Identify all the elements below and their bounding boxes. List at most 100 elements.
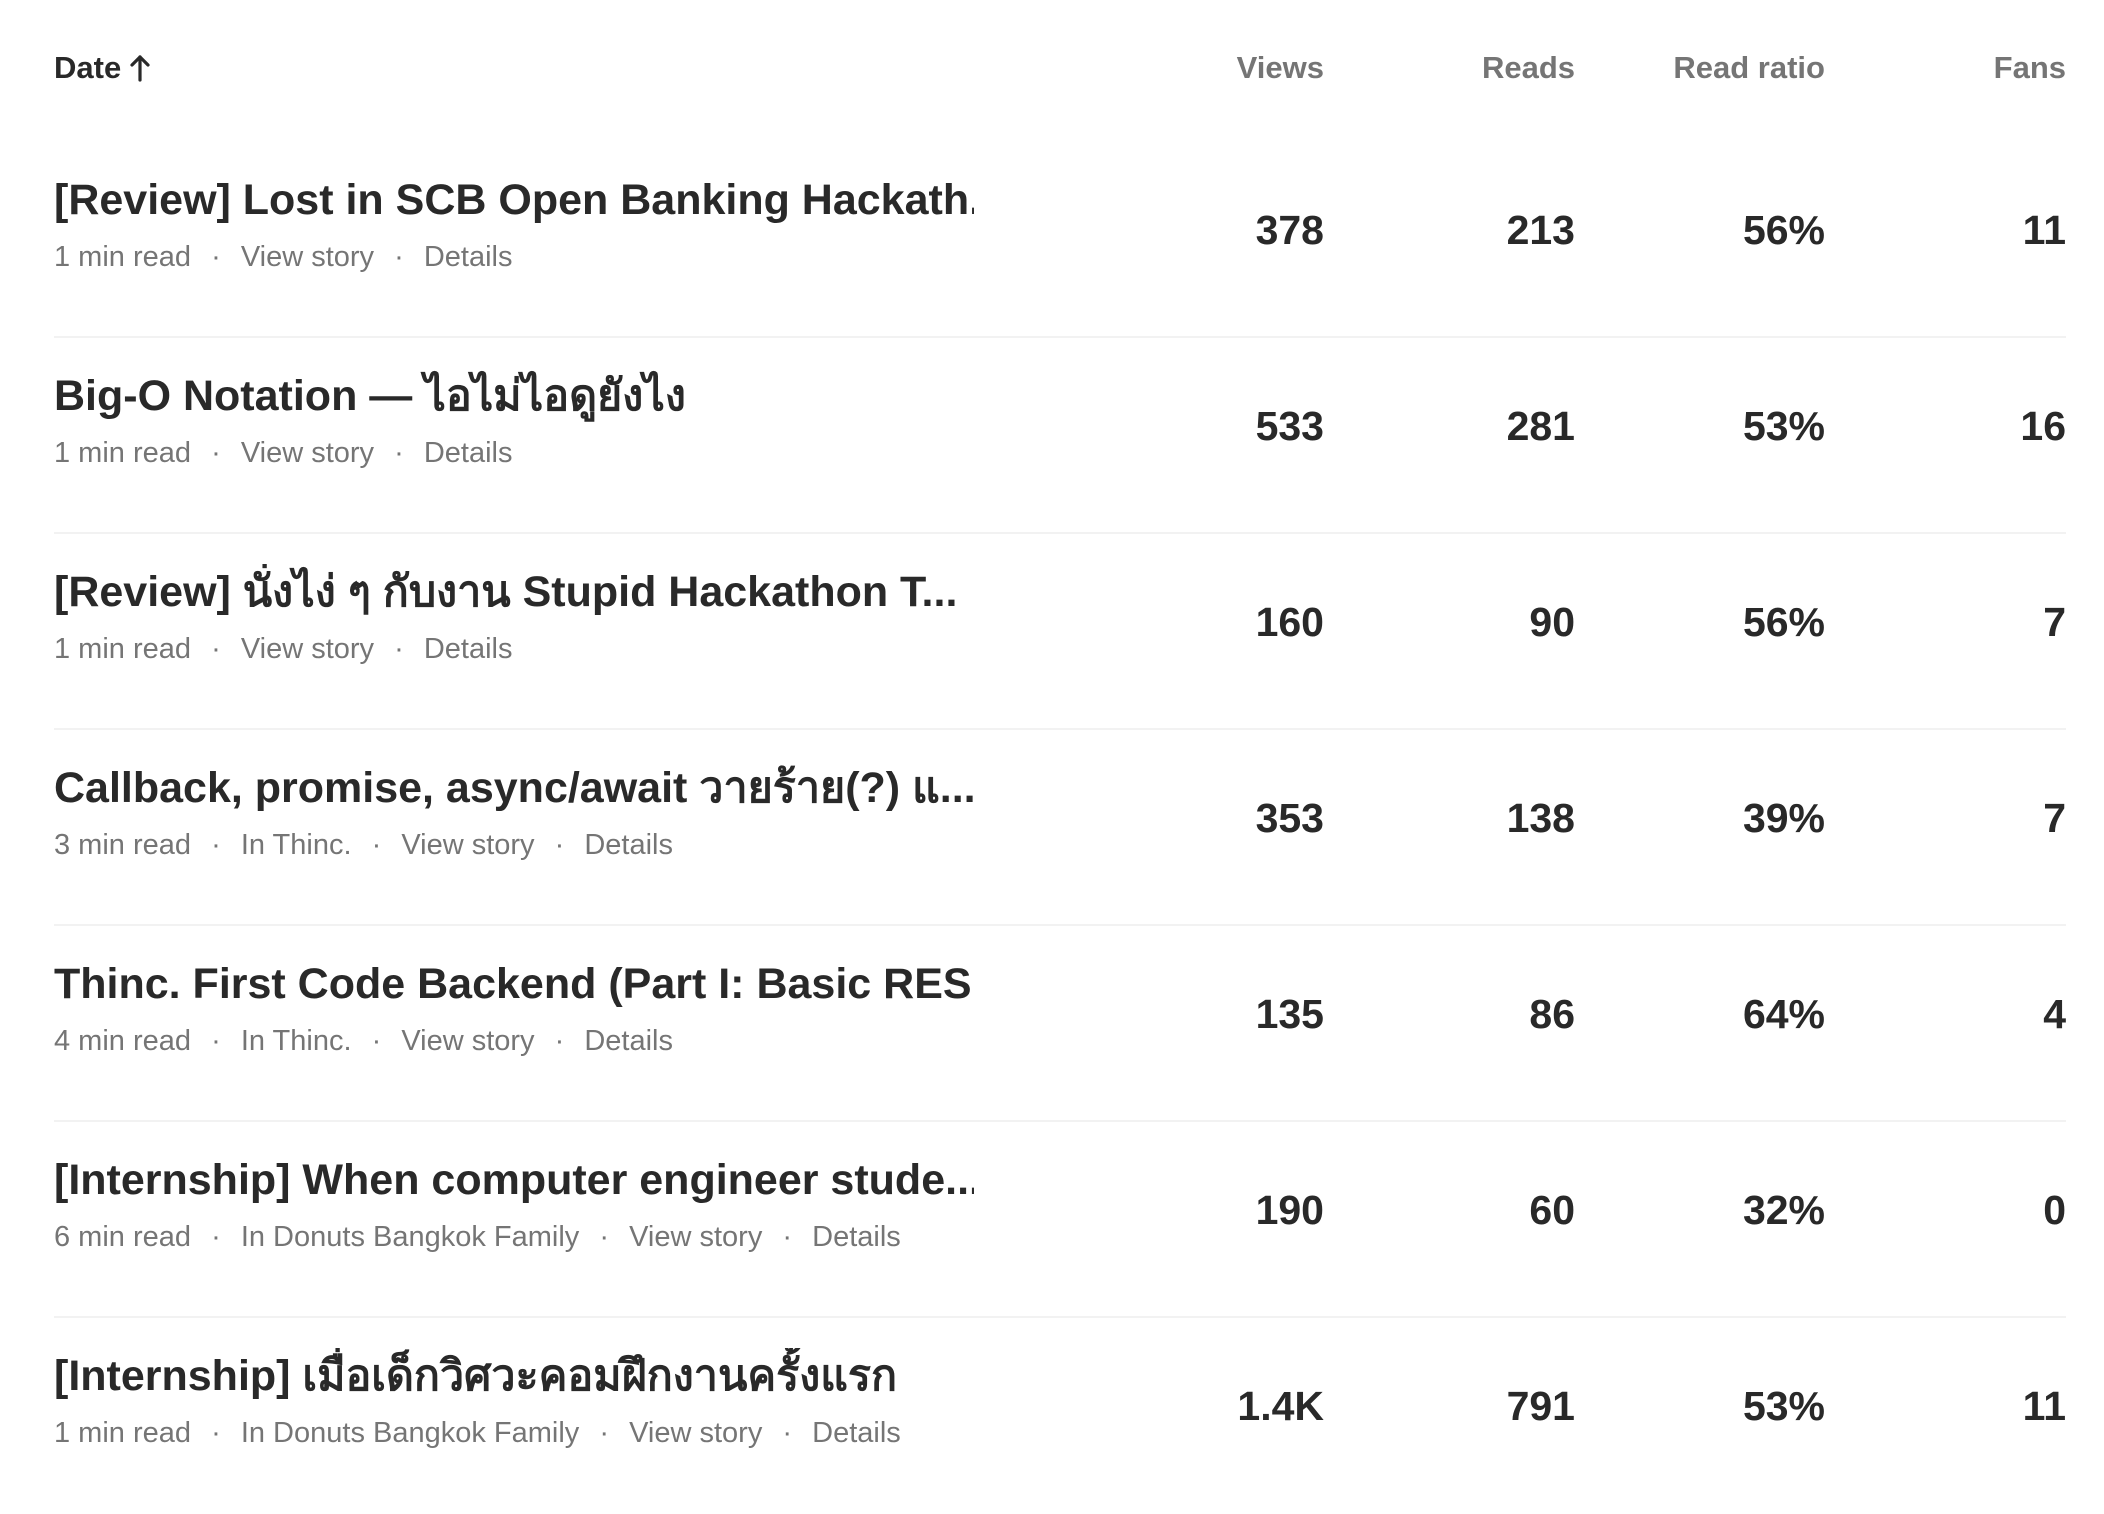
separator-dot: ·: [211, 437, 221, 469]
views-value: 135: [1255, 991, 1324, 1037]
read-time: 1 min read: [54, 1417, 192, 1449]
publication-wrap: · In Thinc.: [199, 1025, 360, 1057]
fans-value: 7: [2043, 599, 2066, 645]
table-row: Big-O Notation — ไอไม่ไอดูยังไง 1 min re…: [54, 338, 2066, 534]
details-link[interactable]: Details: [584, 1025, 673, 1057]
fans-value: 16: [2020, 403, 2066, 449]
read-ratio-value: 64%: [1742, 991, 1825, 1037]
reads-value: 213: [1506, 207, 1575, 253]
details-link[interactable]: Details: [424, 633, 513, 665]
table-body: [Review] Lost in SCB Open Banking Hackat…: [54, 142, 2066, 1514]
details-link[interactable]: Details: [812, 1417, 901, 1449]
reads-value: 90: [1529, 599, 1575, 645]
reads-value: 138: [1506, 795, 1575, 841]
story-meta: 3 min read · In Thinc. · View story · De…: [54, 827, 673, 863]
read-ratio-value: 39%: [1742, 795, 1825, 841]
separator-dot: ·: [371, 829, 382, 861]
fans-value: 7: [2043, 795, 2066, 841]
separator-dot: ·: [394, 633, 404, 665]
read-time: 1 min read: [54, 633, 192, 665]
story-meta: 1 min read · View story · Details: [54, 435, 513, 471]
view-story-link[interactable]: View story: [629, 1417, 762, 1449]
story-meta: 4 min read · In Thinc. · View story · De…: [54, 1023, 673, 1059]
reads-value: 791: [1506, 1383, 1575, 1429]
view-story-link[interactable]: View story: [241, 437, 374, 469]
details-link[interactable]: Details: [424, 241, 513, 273]
views-header[interactable]: Views: [1237, 50, 1324, 86]
separator-dot: ·: [782, 1221, 793, 1253]
read-ratio-header[interactable]: Read ratio: [1673, 50, 1825, 86]
date-header-label: Date: [54, 50, 122, 85]
date-sort-header[interactable]: Date: [54, 50, 151, 86]
reads-value: 60: [1529, 1187, 1575, 1233]
story-title[interactable]: [Review] Lost in SCB Open Banking Hackat…: [54, 172, 974, 228]
story-title[interactable]: Callback, promise, async/await วายร้าย(?…: [54, 760, 974, 816]
separator-dot: ·: [211, 633, 221, 665]
fans-value: 11: [2022, 207, 2066, 253]
separator-dot: ·: [394, 437, 404, 469]
details-link[interactable]: Details: [424, 437, 513, 469]
read-ratio-value: 56%: [1742, 207, 1825, 253]
publication-wrap: · In Thinc.: [199, 829, 360, 861]
view-story-link[interactable]: View story: [401, 829, 534, 861]
reads-header[interactable]: Reads: [1482, 50, 1575, 86]
table-row: [Internship] When computer engineer stud…: [54, 1122, 2066, 1318]
views-value: 533: [1255, 403, 1324, 449]
stats-table: Date Views Reads Read ratio Fans [Review…: [54, 0, 2066, 1514]
table-row: [Review] นั่งไง่ ๆ กับงาน Stupid Hackath…: [54, 534, 2066, 730]
separator-dot: ·: [211, 829, 221, 861]
view-story-link[interactable]: View story: [629, 1221, 762, 1253]
story-title[interactable]: [Internship] เมื่อเด็กวิศวะคอมฝึกงานครั้…: [54, 1348, 974, 1404]
details-link[interactable]: Details: [812, 1221, 901, 1253]
story-meta: 1 min read · View story · Details: [54, 239, 513, 275]
separator-dot: ·: [211, 1417, 221, 1449]
table-row: [Review] Lost in SCB Open Banking Hackat…: [54, 142, 2066, 338]
story-title[interactable]: Thinc. First Code Backend (Part I: Basic…: [54, 956, 974, 1012]
separator-dot: ·: [371, 1025, 382, 1057]
separator-dot: ·: [394, 241, 404, 273]
arrow-up-icon: [129, 54, 151, 82]
separator-dot: ·: [211, 1221, 221, 1253]
story-title[interactable]: Big-O Notation — ไอไม่ไอดูยังไง: [54, 368, 974, 424]
views-value: 160: [1255, 599, 1324, 645]
view-story-link[interactable]: View story: [241, 633, 374, 665]
story-meta: 1 min read · In Donuts Bangkok Family · …: [54, 1415, 901, 1451]
table-row: Callback, promise, async/await วายร้าย(?…: [54, 730, 2066, 926]
publication-link[interactable]: In Thinc.: [241, 1025, 352, 1057]
read-ratio-value: 53%: [1742, 1383, 1825, 1429]
separator-dot: ·: [782, 1417, 793, 1449]
story-meta: 1 min read · View story · Details: [54, 631, 513, 667]
read-time: 1 min read: [54, 241, 192, 273]
separator-dot: ·: [211, 241, 221, 273]
table-row: Thinc. First Code Backend (Part I: Basic…: [54, 926, 2066, 1122]
story-title[interactable]: [Internship] When computer engineer stud…: [54, 1152, 974, 1208]
views-value: 353: [1255, 795, 1324, 841]
separator-dot: ·: [599, 1417, 610, 1449]
read-ratio-value: 32%: [1742, 1187, 1825, 1233]
read-ratio-value: 53%: [1742, 403, 1825, 449]
details-link[interactable]: Details: [584, 829, 673, 861]
table-header: Date Views Reads Read ratio Fans: [54, 0, 2066, 142]
publication-link[interactable]: In Donuts Bangkok Family: [241, 1221, 579, 1253]
read-time: 1 min read: [54, 437, 192, 469]
publication-link[interactable]: In Thinc.: [241, 829, 352, 861]
read-time: 6 min read: [54, 1221, 192, 1253]
separator-dot: ·: [554, 829, 565, 861]
read-ratio-value: 56%: [1742, 599, 1825, 645]
fans-value: 0: [2043, 1187, 2066, 1233]
read-time: 4 min read: [54, 1025, 192, 1057]
read-time: 3 min read: [54, 829, 192, 861]
fans-value: 4: [2043, 991, 2066, 1037]
separator-dot: ·: [599, 1221, 610, 1253]
views-value: 378: [1255, 207, 1324, 253]
view-story-link[interactable]: View story: [241, 241, 374, 273]
publication-link[interactable]: In Donuts Bangkok Family: [241, 1417, 579, 1449]
publication-wrap: · In Donuts Bangkok Family: [199, 1417, 587, 1449]
story-title[interactable]: [Review] นั่งไง่ ๆ กับงาน Stupid Hackath…: [54, 564, 974, 620]
publication-wrap: · In Donuts Bangkok Family: [199, 1221, 587, 1253]
views-value: 190: [1255, 1187, 1324, 1233]
separator-dot: ·: [211, 1025, 221, 1057]
view-story-link[interactable]: View story: [401, 1025, 534, 1057]
separator-dot: ·: [554, 1025, 565, 1057]
fans-header[interactable]: Fans: [1994, 50, 2066, 86]
